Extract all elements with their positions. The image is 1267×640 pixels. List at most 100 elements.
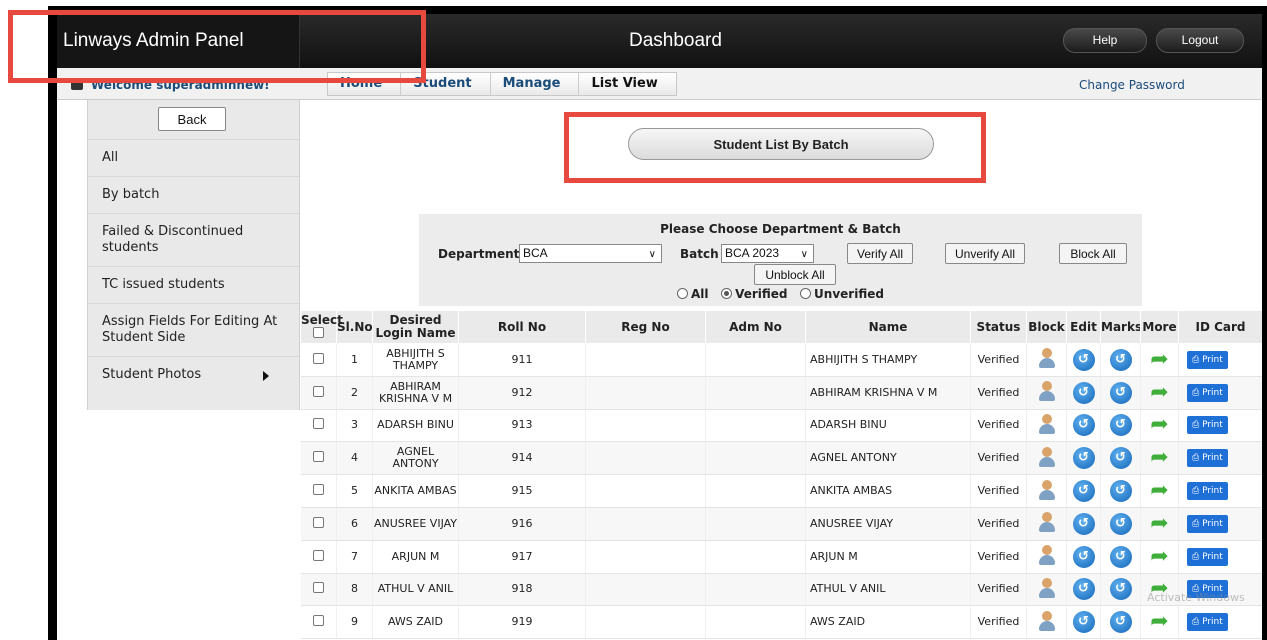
page-title: Dashboard	[629, 30, 722, 51]
block-user-icon[interactable]	[1037, 610, 1057, 632]
print-button[interactable]: ⎙ Print	[1187, 547, 1228, 566]
forward-arrow-icon[interactable]: ➦	[1150, 512, 1168, 534]
marks-icon[interactable]: ↺	[1109, 414, 1132, 437]
block-user-icon[interactable]	[1037, 544, 1057, 566]
batch-label: Batch	[680, 247, 719, 261]
marks-icon[interactable]: ↺	[1109, 348, 1132, 371]
slno-cell: 7	[336, 540, 373, 574]
forward-arrow-icon[interactable]: ➦	[1150, 545, 1168, 567]
name-cell: AGNEL ANTONY	[805, 441, 971, 476]
print-button[interactable]: ⎙ Print	[1187, 449, 1228, 468]
sidebar-item-assign-fields[interactable]: Assign Fields For Editing At Student Sid…	[88, 304, 299, 357]
login-name-cell: ANKITA AMBAS	[372, 474, 459, 508]
radio-verified-label: Verified	[735, 287, 788, 301]
block-user-icon[interactable]	[1037, 380, 1057, 402]
sidebar-back-row: Back	[88, 100, 299, 140]
block-user-icon[interactable]	[1037, 479, 1057, 501]
row-checkbox[interactable]	[312, 418, 324, 430]
print-label: Print	[1202, 354, 1223, 365]
row-checkbox[interactable]	[312, 516, 324, 528]
sidebar-item-tc-issued[interactable]: TC issued students	[88, 267, 299, 304]
edit-icon[interactable]: ↺	[1072, 414, 1095, 437]
roll-no-cell: 919	[458, 605, 586, 640]
forward-arrow-icon[interactable]: ➦	[1150, 611, 1168, 633]
print-button[interactable]: ⎙ Print	[1187, 613, 1228, 632]
verify-all-button[interactable]: Verify All	[847, 243, 913, 264]
block-user-icon[interactable]	[1037, 577, 1057, 599]
activate-windows-watermark: Activate Windows	[1147, 591, 1245, 604]
department-select[interactable]: BCA ∨	[519, 244, 662, 263]
change-password-link[interactable]: Change Password	[1079, 78, 1185, 92]
unverify-all-button[interactable]: Unverify All	[945, 243, 1025, 264]
more-cell: ➦	[1140, 474, 1179, 508]
print-button[interactable]: ⎙ Print	[1187, 416, 1228, 435]
block-all-button[interactable]: Block All	[1059, 243, 1127, 264]
unblock-all-button[interactable]: Unblock All	[754, 264, 836, 285]
print-button[interactable]: ⎙ Print	[1187, 383, 1228, 402]
adm-no-cell	[705, 540, 806, 574]
row-checkbox[interactable]	[312, 615, 324, 627]
marks-icon[interactable]: ↺	[1109, 545, 1132, 568]
row-checkbox[interactable]	[312, 451, 324, 463]
sidebar-item-all[interactable]: All	[88, 140, 299, 177]
forward-arrow-icon[interactable]: ➦	[1150, 447, 1168, 469]
forward-arrow-icon[interactable]: ➦	[1150, 381, 1168, 403]
edit-icon[interactable]: ↺	[1072, 545, 1095, 568]
edit-icon[interactable]: ↺	[1072, 381, 1095, 404]
edit-icon[interactable]: ↺	[1072, 512, 1095, 535]
forward-arrow-icon[interactable]: ➦	[1150, 348, 1168, 370]
marks-icon[interactable]: ↺	[1109, 381, 1132, 404]
sidebar-item-by-batch[interactable]: By batch	[88, 177, 299, 214]
row-checkbox[interactable]	[312, 549, 324, 561]
admin-app: Linways Admin Panel Dashboard Help Logou…	[57, 14, 1262, 640]
block-cell	[1026, 474, 1067, 508]
marks-icon[interactable]: ↺	[1109, 578, 1132, 601]
marks-icon[interactable]: ↺	[1109, 480, 1132, 503]
select-all-checkbox[interactable]	[313, 326, 324, 338]
table-header-row: Select Sl.No Desired Login Name Roll No …	[300, 310, 1262, 344]
logout-button[interactable]: Logout	[1156, 28, 1244, 53]
print-button[interactable]: ⎙ Print	[1187, 514, 1228, 533]
block-user-icon[interactable]	[1037, 347, 1057, 369]
edit-icon[interactable]: ↺	[1072, 447, 1095, 470]
batch-select[interactable]: BCA 2023 ∨	[721, 244, 814, 263]
block-user-icon[interactable]	[1037, 413, 1057, 435]
block-user-icon[interactable]	[1037, 446, 1057, 468]
roll-no-cell: 917	[458, 540, 586, 574]
table-row: 6 ANUSREE VIJAY 916 ANUSREE VIJAY Verified ↺ ↺…	[300, 507, 1262, 541]
block-cell	[1026, 409, 1067, 443]
print-button[interactable]: ⎙ Print	[1187, 350, 1228, 369]
block-cell	[1026, 376, 1067, 410]
edit-icon[interactable]: ↺	[1072, 611, 1095, 634]
row-checkbox[interactable]	[312, 352, 324, 364]
breadcrumb-manage[interactable]: Manage	[490, 73, 580, 95]
highlight-box-list-button	[564, 112, 986, 183]
radio-verified[interactable]	[721, 288, 733, 299]
back-button[interactable]: Back	[158, 107, 226, 131]
row-checkbox[interactable]	[312, 484, 324, 496]
radio-unverified[interactable]	[800, 288, 812, 299]
edit-icon[interactable]: ↺	[1072, 480, 1095, 503]
sidebar-item-failed-discontinued[interactable]: Failed & Discontinued students	[88, 214, 299, 267]
radio-all[interactable]	[677, 288, 688, 299]
edit-icon[interactable]: ↺	[1072, 348, 1095, 371]
forward-arrow-icon[interactable]: ➦	[1150, 480, 1168, 502]
header-id-card: ID Card	[1178, 310, 1262, 344]
marks-icon[interactable]: ↺	[1109, 447, 1132, 470]
id-card-cell: ⎙ Print	[1178, 474, 1262, 508]
print-label: Print	[1202, 420, 1223, 431]
row-checkbox[interactable]	[312, 385, 324, 397]
edit-icon[interactable]: ↺	[1072, 578, 1095, 601]
printer-icon: ⎙	[1192, 453, 1203, 464]
filter-panel: Please Choose Department & Batch Departm…	[419, 214, 1142, 306]
marks-icon[interactable]: ↺	[1109, 611, 1132, 634]
forward-arrow-icon[interactable]: ➦	[1150, 414, 1168, 436]
help-button[interactable]: Help	[1063, 28, 1147, 53]
sidebar-item-student-photos[interactable]: Student Photos	[88, 357, 299, 393]
row-checkbox[interactable]	[312, 582, 324, 594]
print-button[interactable]: ⎙ Print	[1187, 482, 1228, 501]
marks-icon[interactable]: ↺	[1109, 512, 1132, 535]
adm-no-cell	[705, 474, 806, 508]
adm-no-cell	[705, 605, 806, 640]
block-user-icon[interactable]	[1037, 511, 1057, 533]
